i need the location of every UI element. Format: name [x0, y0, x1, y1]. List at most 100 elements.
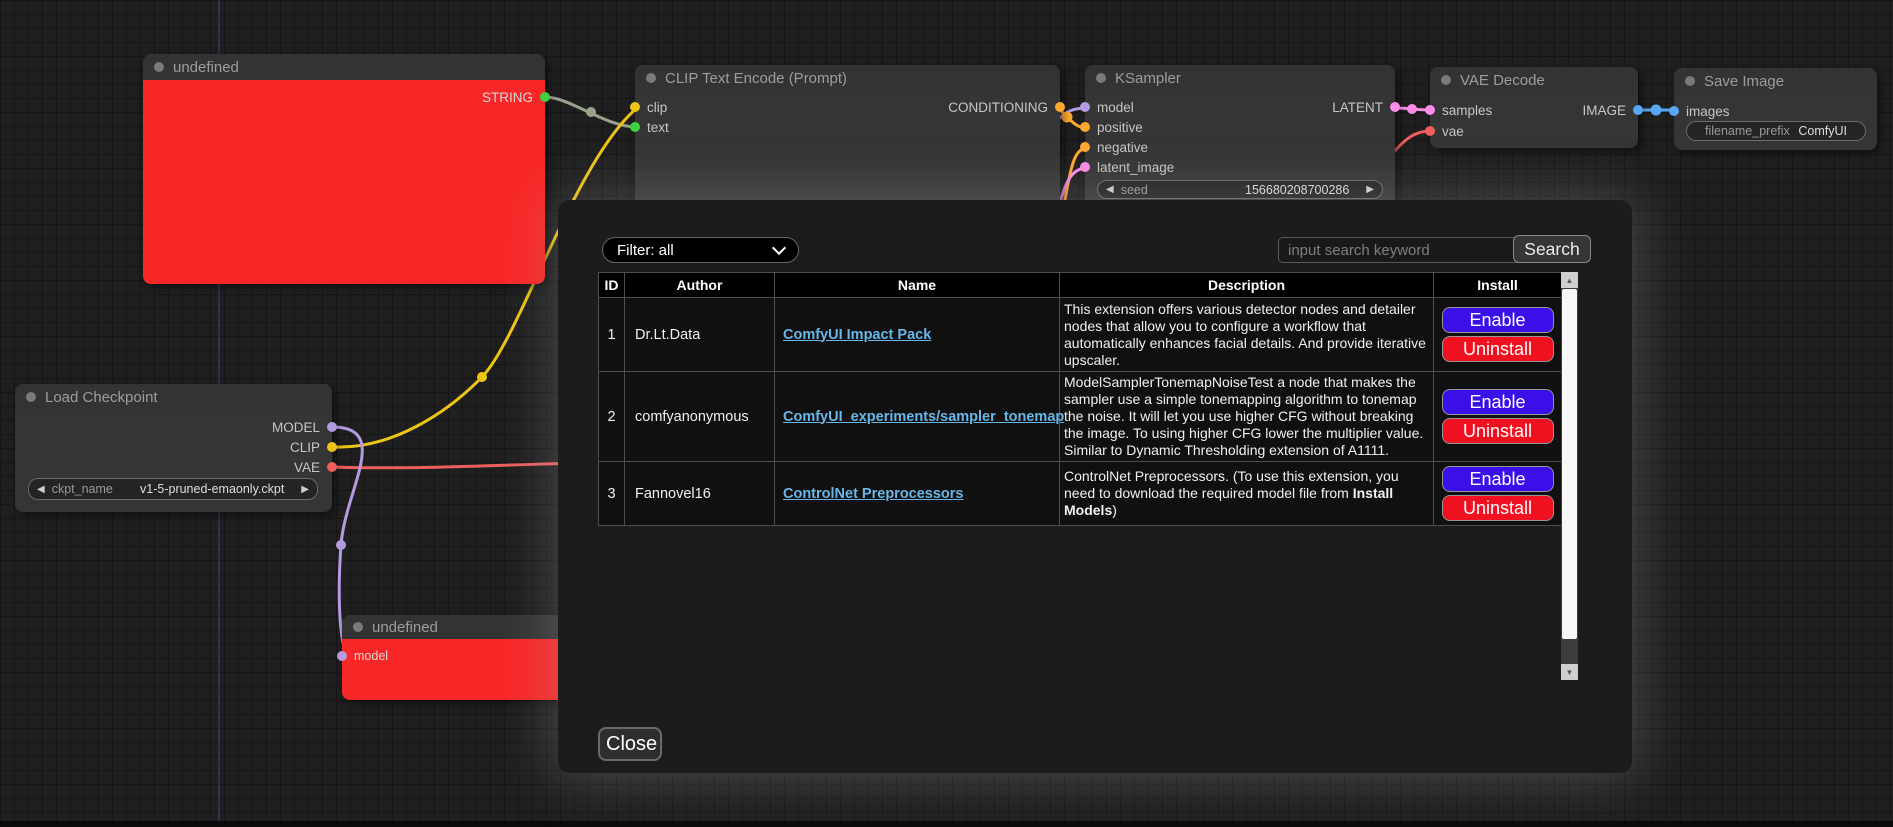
uninstall-button[interactable]: Uninstall — [1442, 336, 1554, 362]
input-row-text: text — [630, 120, 669, 134]
node-title-bar[interactable]: Save Image — [1674, 68, 1877, 94]
input-label: model — [354, 649, 388, 663]
output-row-vae: VAE — [294, 460, 337, 474]
node-collapse-dot-icon[interactable] — [1096, 73, 1106, 83]
search-button[interactable]: Search — [1513, 235, 1591, 263]
close-button[interactable]: Close — [598, 727, 662, 761]
seed-widget[interactable]: ◀ seed 156680208700286 ▶ — [1097, 180, 1383, 199]
node-vae-decode[interactable]: VAE Decode samples vae IMAGE — [1430, 67, 1638, 148]
node-collapse-dot-icon[interactable] — [1441, 75, 1451, 85]
cell-id: 1 — [599, 298, 625, 372]
input-label: samples — [1442, 103, 1492, 118]
input-port-latent-image[interactable] — [1080, 162, 1090, 172]
input-row-samples: samples — [1425, 103, 1492, 117]
widget-increment-icon[interactable]: ▶ — [301, 484, 309, 495]
node-collapse-dot-icon[interactable] — [1685, 76, 1695, 86]
extension-link[interactable]: ComfyUI_experiments/sampler_tonemap — [783, 409, 1064, 425]
filter-select[interactable]: Filter: all — [602, 237, 799, 263]
widget-increment-icon[interactable]: ▶ — [1366, 184, 1374, 195]
input-label: model — [1097, 100, 1134, 115]
input-port-model[interactable] — [337, 651, 347, 661]
table-row: 1 Dr.Lt.Data ComfyUI Impact Pack This ex… — [599, 298, 1562, 372]
node-collapse-dot-icon[interactable] — [26, 392, 36, 402]
input-port-images[interactable] — [1669, 106, 1679, 116]
filename-prefix-widget[interactable]: filename_prefix ComfyUI — [1686, 121, 1866, 141]
uninstall-button[interactable]: Uninstall — [1442, 495, 1554, 521]
link-midpoint-dot — [1651, 105, 1662, 116]
column-header-description: Description — [1060, 273, 1434, 298]
input-port-negative[interactable] — [1080, 142, 1090, 152]
node-collapse-dot-icon[interactable] — [353, 622, 363, 632]
node-body: images filename_prefix ComfyUI — [1674, 94, 1877, 150]
output-port-vae[interactable] — [327, 462, 337, 472]
cell-name: ComfyUI_experiments/sampler_tonemap — [775, 372, 1060, 462]
search-input[interactable] — [1278, 237, 1524, 263]
node-undefined-top[interactable]: undefined STRING — [143, 54, 545, 284]
node-collapse-dot-icon[interactable] — [646, 73, 656, 83]
node-title: Load Checkpoint — [45, 389, 158, 406]
description-text: ControlNet Preprocessors. (To use this e… — [1064, 468, 1399, 501]
scroll-up-icon[interactable]: ▲ — [1561, 272, 1578, 288]
extension-link[interactable]: ControlNet Preprocessors — [783, 486, 964, 502]
cell-author: Fannovel16 — [625, 462, 775, 526]
widget-decrement-icon[interactable]: ◀ — [1106, 184, 1114, 195]
input-label: negative — [1097, 140, 1148, 155]
cell-author: comfyanonymous — [625, 372, 775, 462]
node-title-bar[interactable]: Load Checkpoint — [15, 384, 332, 410]
input-label: latent_image — [1097, 160, 1174, 175]
uninstall-button[interactable]: Uninstall — [1442, 418, 1554, 444]
column-header-name: Name — [775, 273, 1060, 298]
cell-description: ModelSamplerTonemapNoiseTest a node that… — [1060, 372, 1434, 462]
enable-button[interactable]: Enable — [1442, 389, 1554, 415]
output-row-image: IMAGE — [1582, 103, 1643, 117]
output-port-model[interactable] — [327, 422, 337, 432]
widget-decrement-icon[interactable]: ◀ — [37, 484, 45, 495]
output-label: LATENT — [1332, 100, 1383, 115]
enable-button[interactable]: Enable — [1442, 466, 1554, 492]
node-title-bar[interactable]: VAE Decode — [1430, 67, 1638, 93]
extension-link[interactable]: ComfyUI Impact Pack — [783, 327, 931, 343]
node-title-bar[interactable]: CLIP Text Encode (Prompt) — [635, 65, 1060, 91]
manager-extensions-dialog: Filter: all Search ID Author Name Descri… — [558, 200, 1632, 773]
node-title: CLIP Text Encode (Prompt) — [665, 70, 847, 87]
node-title: KSampler — [1115, 70, 1181, 87]
input-port-clip[interactable] — [630, 102, 640, 112]
widget-value: ComfyUI — [1798, 124, 1847, 138]
output-port-latent[interactable] — [1390, 102, 1400, 112]
scrollbar-thumb[interactable] — [1562, 289, 1577, 639]
output-port-conditioning[interactable] — [1055, 102, 1065, 112]
node-collapse-dot-icon[interactable] — [154, 62, 164, 72]
widget-name: seed — [1121, 183, 1148, 197]
input-label: images — [1686, 104, 1730, 119]
output-row-string: STRING — [482, 90, 550, 104]
input-port-positive[interactable] — [1080, 122, 1090, 132]
cell-install: Enable Uninstall — [1434, 298, 1562, 372]
cell-author: Dr.Lt.Data — [625, 298, 775, 372]
scroll-down-icon[interactable]: ▼ — [1561, 664, 1578, 680]
node-title-bar[interactable]: undefined — [143, 54, 545, 80]
output-port-image[interactable] — [1633, 105, 1643, 115]
input-port-samples[interactable] — [1425, 105, 1435, 115]
output-row-clip: CLIP — [290, 440, 337, 454]
widget-name: filename_prefix — [1705, 124, 1790, 138]
output-port-string[interactable] — [540, 92, 550, 102]
node-load-checkpoint[interactable]: Load Checkpoint MODEL CLIP VAE ◀ ckpt_na… — [15, 384, 332, 512]
widget-name: ckpt_name — [52, 482, 113, 496]
link-midpoint-dot — [477, 372, 487, 382]
widget-value: v1-5-pruned-emaonly.ckpt — [140, 482, 284, 496]
ckpt-name-widget[interactable]: ◀ ckpt_name v1-5-pruned-emaonly.ckpt ▶ — [28, 478, 318, 500]
table-row: 3 Fannovel16 ControlNet Preprocessors Co… — [599, 462, 1562, 526]
column-header-author: Author — [625, 273, 775, 298]
cell-id: 2 — [599, 372, 625, 462]
node-save-image[interactable]: Save Image images filename_prefix ComfyU… — [1674, 68, 1877, 150]
node-body: MODEL CLIP VAE ◀ ckpt_name v1-5-pruned-e… — [15, 410, 332, 512]
table-scrollbar[interactable]: ▲ ▼ — [1561, 272, 1578, 680]
input-port-text[interactable] — [630, 122, 640, 132]
node-title-bar[interactable]: KSampler — [1085, 65, 1395, 91]
enable-button[interactable]: Enable — [1442, 307, 1554, 333]
input-port-vae[interactable] — [1425, 126, 1435, 136]
cell-description: This extension offers various detector n… — [1060, 298, 1434, 372]
output-port-clip[interactable] — [327, 442, 337, 452]
output-row-conditioning: CONDITIONING — [948, 100, 1065, 114]
input-port-model[interactable] — [1080, 102, 1090, 112]
